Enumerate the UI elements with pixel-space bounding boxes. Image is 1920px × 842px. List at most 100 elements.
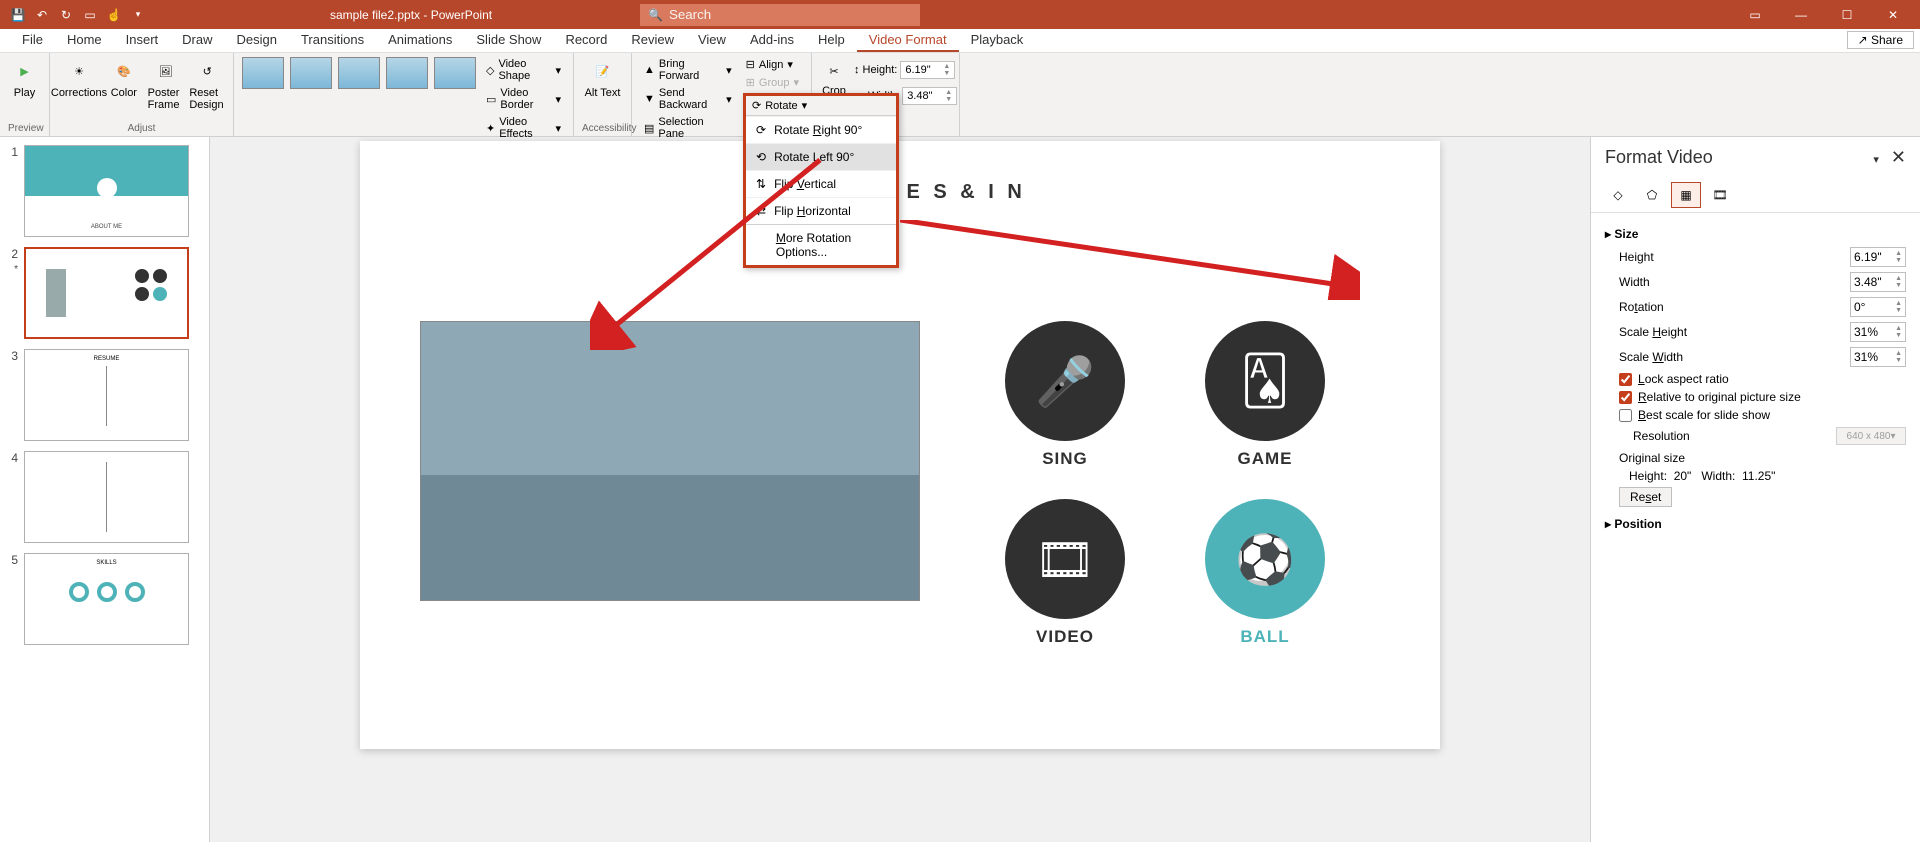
poster-frame-button[interactable]: 🖼Poster Frame (148, 57, 184, 111)
scale-width-prop-label: Scale Width (1619, 350, 1850, 364)
color-button[interactable]: 🎨Color (106, 57, 142, 99)
tab-home[interactable]: Home (55, 29, 114, 52)
video-style-thumb[interactable] (338, 57, 380, 89)
video-style-thumb[interactable] (434, 57, 476, 89)
pane-close-icon[interactable]: ✕ (1891, 147, 1906, 167)
slide-thumbnail-4[interactable] (24, 451, 189, 543)
search-input[interactable] (669, 7, 912, 22)
tab-video-format[interactable]: Video Format (857, 29, 959, 52)
reset-button[interactable]: Reset (1619, 487, 1672, 507)
film-icon: 🎞 (1712, 188, 1727, 202)
slide-thumbnails-panel: 1ABOUT ME 2* 3RESUME 4 5SKILLS (0, 137, 210, 842)
slide-thumbnail-3[interactable]: RESUME (24, 349, 189, 441)
group-button[interactable]: ⊞Group ▾ (742, 75, 803, 90)
ribbon-options-icon[interactable]: ▭ (1740, 0, 1770, 29)
play-button[interactable]: ▶Play (8, 57, 41, 99)
rotation-spinner[interactable]: 0°▲▼ (1850, 297, 1906, 317)
fill-tab[interactable]: ◇ (1603, 182, 1633, 208)
video-styles-gallery[interactable] (242, 57, 476, 89)
reset-design-button[interactable]: ↺Reset Design (189, 57, 225, 111)
slide-thumbnail-5[interactable]: SKILLS (24, 553, 189, 645)
save-icon[interactable]: 💾 (10, 7, 26, 23)
scale-height-prop-label: Scale Height (1619, 325, 1850, 339)
effects-tab[interactable]: ⬠ (1637, 182, 1667, 208)
video-style-thumb[interactable] (242, 57, 284, 89)
tab-design[interactable]: Design (225, 29, 289, 52)
bring-forward-button[interactable]: ▲Bring Forward ▾ (640, 57, 736, 83)
video-style-thumb[interactable] (290, 57, 332, 89)
video-tab[interactable]: 🎞 (1705, 182, 1735, 208)
presentation-icon[interactable]: ▭ (82, 7, 98, 23)
slide-canvas[interactable]: H O B B I E S & I N 🎤SING 🂡GAME 🎞VIDEO ⚽… (360, 141, 1440, 749)
align-button[interactable]: ⊟Align ▾ (742, 57, 803, 72)
share-button[interactable]: ↗ Share (1847, 31, 1914, 49)
tab-transitions[interactable]: Transitions (289, 29, 376, 52)
video-style-thumb[interactable] (386, 57, 428, 89)
position-section-header[interactable]: ▸ Position (1605, 517, 1906, 531)
width-spinner[interactable]: 3.48"▲▼ (1850, 272, 1906, 292)
tab-review[interactable]: Review (619, 29, 686, 52)
tab-animations[interactable]: Animations (376, 29, 464, 52)
selpane-icon: ▤ (644, 122, 654, 135)
send-backward-button[interactable]: ▼Send Backward ▾ (640, 86, 736, 112)
rotate-right-90-item[interactable]: ⟳Rotate Right 90° (746, 116, 896, 143)
width-prop-label: Width (1619, 275, 1850, 289)
slide-thumbnail-2[interactable] (24, 247, 189, 339)
format-video-pane: Format Video▾✕ ◇ ⬠ ▦ 🎞 ▸ Size Height6.19… (1590, 137, 1920, 842)
rotate-button[interactable]: ⟳Rotate ▾ (746, 96, 896, 116)
crop-icon: ✂ (820, 57, 848, 85)
orig-width-value: 11.25" (1742, 469, 1775, 483)
minimize-icon[interactable]: — (1786, 0, 1816, 29)
slide-thumbnail-1[interactable]: ABOUT ME (24, 145, 189, 237)
video-shape-button[interactable]: ◇Video Shape ▾ (482, 57, 565, 83)
height-prop-label: Height (1619, 250, 1850, 264)
height-spinner[interactable]: 6.19"▲▼ (1850, 247, 1906, 267)
tab-file[interactable]: File (10, 29, 55, 52)
size-section-header[interactable]: ▸ Size (1605, 227, 1906, 241)
undo-icon[interactable]: ↶ (34, 7, 50, 23)
more-rotation-item[interactable]: More Rotation Options... (746, 224, 896, 265)
size-properties-tab[interactable]: ▦ (1671, 182, 1701, 208)
scale-height-spinner[interactable]: 31%▲▼ (1850, 322, 1906, 342)
resolution-label: Resolution (1633, 429, 1836, 443)
touch-icon[interactable]: ☝ (106, 7, 122, 23)
tab-record[interactable]: Record (553, 29, 619, 52)
brightness-icon: ☀ (65, 57, 93, 85)
rotate-dropdown: ⟳Rotate ▾ ⟳Rotate Right 90° ⟲Rotate Left… (743, 93, 899, 268)
height-input[interactable]: 6.19"▲▼ (900, 61, 955, 79)
alt-text-button[interactable]: 📝Alt Text (582, 57, 623, 99)
tab-insert[interactable]: Insert (114, 29, 171, 52)
qat-more-icon[interactable]: ▾ (130, 7, 146, 23)
video-border-button[interactable]: ▭Video Border ▾ (482, 86, 565, 112)
crop-button[interactable]: ✂Crop (820, 57, 848, 97)
video-placeholder[interactable] (420, 321, 920, 601)
backward-icon: ▼ (644, 93, 655, 105)
rotate-left-90-item[interactable]: ⟲Rotate Left 90° (746, 143, 896, 170)
flip-horizontal-item[interactable]: ⇄Flip Horizontal (746, 197, 896, 224)
flip-vertical-item[interactable]: ⇅Flip Vertical (746, 170, 896, 197)
rotate-right-icon: ⟳ (756, 123, 766, 137)
corrections-button[interactable]: ☀Corrections (58, 57, 100, 99)
relative-size-checkbox[interactable] (1619, 391, 1632, 404)
best-scale-checkbox[interactable] (1619, 409, 1632, 422)
maximize-icon[interactable]: ☐ (1832, 0, 1862, 29)
shape-icon: ◇ (486, 64, 494, 77)
tab-slideshow[interactable]: Slide Show (464, 29, 553, 52)
slide-editor[interactable]: H O B B I E S & I N 🎤SING 🂡GAME 🎞VIDEO ⚽… (210, 137, 1590, 842)
redo-icon[interactable]: ↻ (58, 7, 74, 23)
scale-width-spinner[interactable]: 31%▲▼ (1850, 347, 1906, 367)
flip-v-icon: ⇅ (756, 177, 766, 191)
tab-addins[interactable]: Add-ins (738, 29, 806, 52)
lock-aspect-checkbox[interactable] (1619, 373, 1632, 386)
accessibility-group-label: Accessibility (582, 123, 623, 134)
sing-icon: 🎤 (1005, 321, 1125, 441)
close-icon[interactable]: ✕ (1878, 0, 1908, 29)
thumb-number: 4 (0, 451, 24, 543)
tab-view[interactable]: View (686, 29, 738, 52)
tab-help[interactable]: Help (806, 29, 857, 52)
search-icon: 🔍 (648, 8, 663, 22)
width-input[interactable]: 3.48"▲▼ (902, 87, 957, 105)
tab-draw[interactable]: Draw (170, 29, 224, 52)
tab-playback[interactable]: Playback (959, 29, 1036, 52)
pane-dropdown-icon[interactable]: ▾ (1873, 154, 1879, 166)
